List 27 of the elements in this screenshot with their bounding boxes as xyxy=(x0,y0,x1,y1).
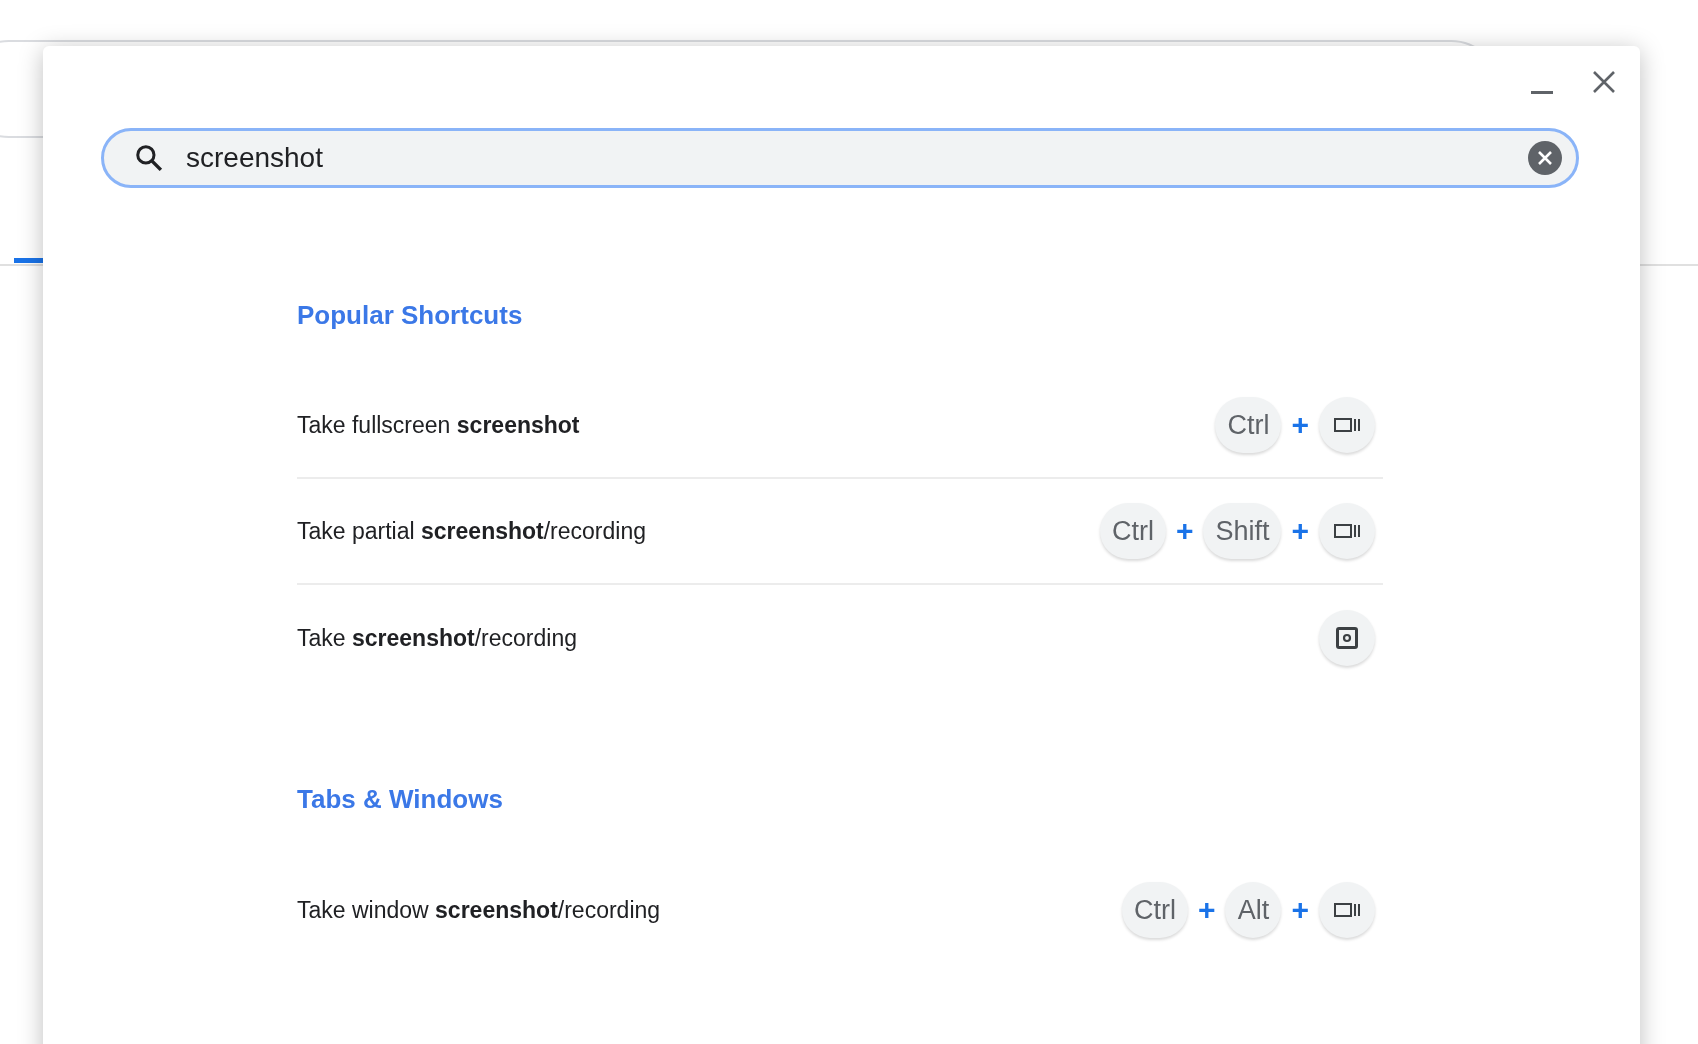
search-input[interactable]: screenshot xyxy=(186,142,1528,174)
close-icon xyxy=(1592,70,1616,94)
shortcut-description: Take screenshot/recording xyxy=(297,624,577,652)
section-title: Popular Shortcuts xyxy=(297,300,524,330)
clear-button[interactable] xyxy=(1528,141,1562,175)
shortcut-description: Take partial screenshot/recording xyxy=(297,517,646,545)
search-field[interactable]: screenshot xyxy=(101,128,1579,188)
clear-icon xyxy=(1528,141,1562,175)
plus-sign: + xyxy=(1291,514,1309,548)
shortcut-description: Take window screenshot/recording xyxy=(297,896,661,924)
screenshot-icon xyxy=(1336,627,1358,649)
keyboard-key: Ctrl xyxy=(1215,397,1282,453)
keyboard-key: Alt xyxy=(1225,882,1282,938)
keyboard-key: Ctrl xyxy=(1099,503,1166,559)
window-overview-icon xyxy=(1334,524,1360,538)
keyboard-key: Ctrl xyxy=(1121,882,1188,938)
window-overview-icon xyxy=(1334,903,1360,917)
minimize-icon xyxy=(1531,91,1553,94)
section-title: Tabs & Windows xyxy=(297,784,504,814)
search-icon xyxy=(134,143,164,173)
window-overview-icon xyxy=(1334,418,1360,432)
plus-sign: + xyxy=(1291,408,1309,442)
plus-sign: + xyxy=(1175,514,1194,548)
plus-sign: + xyxy=(1291,893,1309,927)
plus-sign: + xyxy=(1197,893,1216,927)
shortcut-description: Take fullscreen screenshot xyxy=(297,411,580,439)
keyboard-key: Shift xyxy=(1203,503,1282,559)
